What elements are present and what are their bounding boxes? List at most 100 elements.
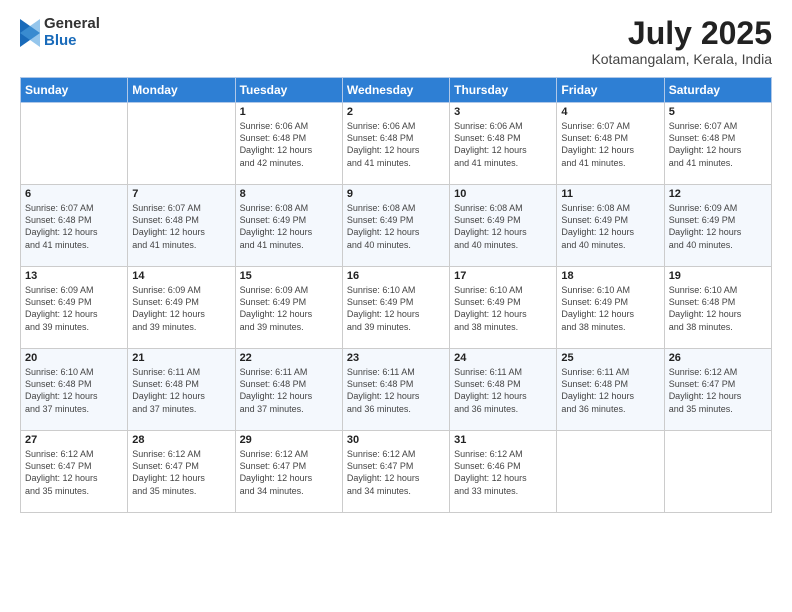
day-info: Sunrise: 6:08 AM Sunset: 6:49 PM Dayligh…	[561, 202, 659, 251]
day-number: 29	[240, 434, 338, 446]
page: General Blue July 2025 Kotamangalam, Ker…	[0, 0, 792, 612]
calendar-cell: 7 Sunrise: 6:07 AM Sunset: 6:48 PM Daylig…	[128, 185, 235, 267]
day-number: 28	[132, 434, 230, 446]
day-info: Sunrise: 6:12 AM Sunset: 6:47 PM Dayligh…	[347, 448, 445, 497]
calendar-cell: 2 Sunrise: 6:06 AM Sunset: 6:48 PM Daylig…	[342, 103, 449, 185]
day-number: 26	[669, 352, 767, 364]
calendar-header-row: SundayMondayTuesdayWednesdayThursdayFrid…	[21, 78, 772, 103]
day-number: 16	[347, 270, 445, 282]
calendar-cell: 15 Sunrise: 6:09 AM Sunset: 6:49 PM Dayli…	[235, 267, 342, 349]
calendar-cell: 8 Sunrise: 6:08 AM Sunset: 6:49 PM Daylig…	[235, 185, 342, 267]
day-info: Sunrise: 6:09 AM Sunset: 6:49 PM Dayligh…	[132, 284, 230, 333]
calendar-cell: 9Sunrise: 6:08 AM Sunset: 6:49 PM Daylig…	[342, 185, 449, 267]
day-header-sunday: Sunday	[21, 78, 128, 103]
day-info: Sunrise: 6:06 AM Sunset: 6:48 PM Dayligh…	[240, 120, 338, 169]
calendar-week-row: 20 Sunrise: 6:10 AM Sunset: 6:48 PM Dayli…	[21, 349, 772, 431]
month-year: July 2025	[591, 16, 772, 51]
day-header-friday: Friday	[557, 78, 664, 103]
day-info: Sunrise: 6:06 AM Sunset: 6:48 PM Dayligh…	[454, 120, 552, 169]
day-number: 1	[240, 106, 338, 118]
day-info: Sunrise: 6:08 AM Sunset: 6:49 PM Dayligh…	[347, 202, 445, 251]
calendar-cell	[557, 431, 664, 513]
day-number: 19	[669, 270, 767, 282]
day-number: 12	[669, 188, 767, 200]
day-number: 7	[132, 188, 230, 200]
calendar-cell	[21, 103, 128, 185]
location: Kotamangalam, Kerala, India	[591, 51, 772, 67]
calendar-cell: 19 Sunrise: 6:10 AM Sunset: 6:48 PM Dayli…	[664, 267, 771, 349]
day-number: 25	[561, 352, 659, 364]
calendar-cell: 4Sunrise: 6:07 AM Sunset: 6:48 PM Daylig…	[557, 103, 664, 185]
day-number: 24	[454, 352, 552, 364]
logo-general-text: General	[44, 16, 100, 33]
day-info: Sunrise: 6:12 AM Sunset: 6:47 PM Dayligh…	[669, 366, 767, 415]
logo-blue-text: Blue	[44, 33, 100, 50]
calendar-cell: 3 Sunrise: 6:06 AM Sunset: 6:48 PM Daylig…	[450, 103, 557, 185]
calendar-week-row: 6 Sunrise: 6:07 AM Sunset: 6:48 PM Daylig…	[21, 185, 772, 267]
day-info: Sunrise: 6:07 AM Sunset: 6:48 PM Dayligh…	[669, 120, 767, 169]
day-number: 4	[561, 106, 659, 118]
day-number: 27	[25, 434, 123, 446]
day-info: Sunrise: 6:11 AM Sunset: 6:48 PM Dayligh…	[347, 366, 445, 415]
day-number: 3	[454, 106, 552, 118]
day-header-thursday: Thursday	[450, 78, 557, 103]
logo: General Blue	[20, 16, 100, 49]
calendar-cell	[128, 103, 235, 185]
calendar-cell: 6Sunrise: 6:07 AM Sunset: 6:48 PM Daylig…	[21, 185, 128, 267]
calendar-cell: 12Sunrise: 6:09 AM Sunset: 6:49 PM Dayli…	[664, 185, 771, 267]
calendar-cell: 25 Sunrise: 6:11 AM Sunset: 6:48 PM Dayli…	[557, 349, 664, 431]
logo-text: General Blue	[44, 16, 100, 49]
day-number: 14	[132, 270, 230, 282]
calendar-cell: 14 Sunrise: 6:09 AM Sunset: 6:49 PM Dayli…	[128, 267, 235, 349]
day-info: Sunrise: 6:11 AM Sunset: 6:48 PM Dayligh…	[561, 366, 659, 415]
day-number: 5	[669, 106, 767, 118]
day-header-wednesday: Wednesday	[342, 78, 449, 103]
calendar-cell: 1 Sunrise: 6:06 AM Sunset: 6:48 PM Daylig…	[235, 103, 342, 185]
day-number: 13	[25, 270, 123, 282]
calendar-cell: 5 Sunrise: 6:07 AM Sunset: 6:48 PM Daylig…	[664, 103, 771, 185]
day-number: 2	[347, 106, 445, 118]
day-info: Sunrise: 6:11 AM Sunset: 6:48 PM Dayligh…	[240, 366, 338, 415]
calendar-cell: 26 Sunrise: 6:12 AM Sunset: 6:47 PM Dayli…	[664, 349, 771, 431]
day-info: Sunrise: 6:08 AM Sunset: 6:49 PM Dayligh…	[454, 202, 552, 251]
day-info: Sunrise: 6:10 AM Sunset: 6:48 PM Dayligh…	[669, 284, 767, 333]
day-header-saturday: Saturday	[664, 78, 771, 103]
calendar-cell: 22Sunrise: 6:11 AM Sunset: 6:48 PM Dayli…	[235, 349, 342, 431]
day-info: Sunrise: 6:10 AM Sunset: 6:49 PM Dayligh…	[347, 284, 445, 333]
calendar-cell: 13 Sunrise: 6:09 AM Sunset: 6:49 PM Dayli…	[21, 267, 128, 349]
day-number: 20	[25, 352, 123, 364]
day-number: 8	[240, 188, 338, 200]
calendar-cell: 21Sunrise: 6:11 AM Sunset: 6:48 PM Dayli…	[128, 349, 235, 431]
day-info: Sunrise: 6:12 AM Sunset: 6:47 PM Dayligh…	[132, 448, 230, 497]
calendar-cell: 16 Sunrise: 6:10 AM Sunset: 6:49 PM Dayli…	[342, 267, 449, 349]
day-info: Sunrise: 6:10 AM Sunset: 6:48 PM Dayligh…	[25, 366, 123, 415]
day-info: Sunrise: 6:07 AM Sunset: 6:48 PM Dayligh…	[132, 202, 230, 251]
day-number: 23	[347, 352, 445, 364]
day-info: Sunrise: 6:08 AM Sunset: 6:49 PM Dayligh…	[240, 202, 338, 251]
calendar-cell: 11Sunrise: 6:08 AM Sunset: 6:49 PM Dayli…	[557, 185, 664, 267]
calendar-cell: 20 Sunrise: 6:10 AM Sunset: 6:48 PM Dayli…	[21, 349, 128, 431]
calendar-week-row: 1 Sunrise: 6:06 AM Sunset: 6:48 PM Daylig…	[21, 103, 772, 185]
day-info: Sunrise: 6:12 AM Sunset: 6:47 PM Dayligh…	[240, 448, 338, 497]
header: General Blue July 2025 Kotamangalam, Ker…	[20, 16, 772, 67]
day-number: 6	[25, 188, 123, 200]
day-info: Sunrise: 6:09 AM Sunset: 6:49 PM Dayligh…	[25, 284, 123, 333]
calendar-cell: 29 Sunrise: 6:12 AM Sunset: 6:47 PM Dayli…	[235, 431, 342, 513]
day-header-tuesday: Tuesday	[235, 78, 342, 103]
calendar-week-row: 13 Sunrise: 6:09 AM Sunset: 6:49 PM Dayli…	[21, 267, 772, 349]
calendar-cell: 24 Sunrise: 6:11 AM Sunset: 6:48 PM Dayli…	[450, 349, 557, 431]
calendar-cell: 17Sunrise: 6:10 AM Sunset: 6:49 PM Dayli…	[450, 267, 557, 349]
day-number: 30	[347, 434, 445, 446]
day-info: Sunrise: 6:10 AM Sunset: 6:49 PM Dayligh…	[561, 284, 659, 333]
calendar-cell: 27Sunrise: 6:12 AM Sunset: 6:47 PM Dayli…	[21, 431, 128, 513]
day-info: Sunrise: 6:06 AM Sunset: 6:48 PM Dayligh…	[347, 120, 445, 169]
day-number: 10	[454, 188, 552, 200]
day-info: Sunrise: 6:09 AM Sunset: 6:49 PM Dayligh…	[240, 284, 338, 333]
calendar-cell	[664, 431, 771, 513]
calendar-cell: 10 Sunrise: 6:08 AM Sunset: 6:49 PM Dayli…	[450, 185, 557, 267]
day-header-monday: Monday	[128, 78, 235, 103]
day-number: 15	[240, 270, 338, 282]
logo-icon	[20, 19, 40, 47]
day-info: Sunrise: 6:11 AM Sunset: 6:48 PM Dayligh…	[454, 366, 552, 415]
day-number: 18	[561, 270, 659, 282]
